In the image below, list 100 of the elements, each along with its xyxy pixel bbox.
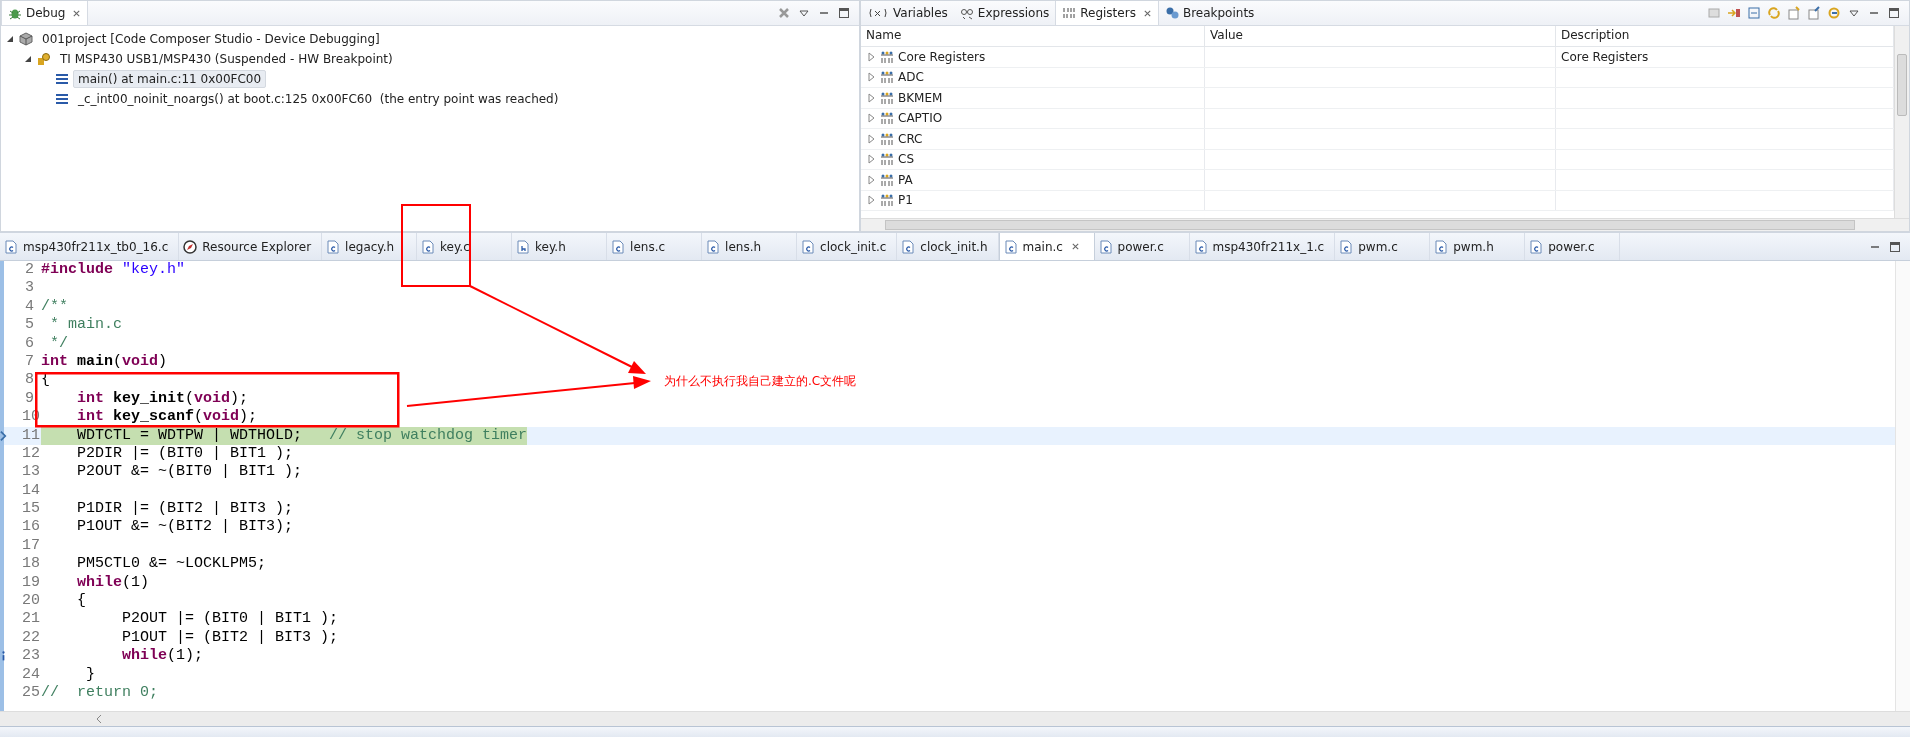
- file-icon: [1193, 239, 1208, 254]
- arrow-right-icon[interactable]: [1727, 6, 1741, 20]
- register-name: BKMEM: [898, 90, 943, 105]
- file-icon: [901, 239, 916, 254]
- import-icon[interactable]: [1807, 6, 1821, 20]
- register-name: CRC: [898, 131, 923, 146]
- vertical-scrollbar[interactable]: [1894, 26, 1909, 218]
- editor-tab[interactable]: key.c: [417, 233, 513, 260]
- horizontal-scrollbar[interactable]: [0, 711, 1910, 726]
- expand-toggle-icon[interactable]: [866, 174, 876, 185]
- close-icon[interactable]: [1142, 8, 1152, 18]
- register-group-icon: [880, 111, 894, 126]
- line-number: 12: [22, 444, 41, 464]
- binary-icon: [1062, 6, 1077, 20]
- line-number: 18: [22, 555, 41, 574]
- column-header[interactable]: Value: [1205, 26, 1556, 46]
- line-number: 16: [22, 518, 41, 537]
- maximize-icon[interactable]: [1887, 6, 1901, 20]
- editor-tab[interactable]: legacy.h: [322, 233, 418, 260]
- editor-tab[interactable]: clock_init.c: [797, 233, 898, 260]
- editor-tab[interactable]: Resource Explorer: [179, 233, 323, 260]
- code-line: P2OUT &= ~(BIT0 | BIT1 );: [76, 463, 303, 482]
- code-line: while(1): [76, 573, 150, 593]
- variables-icon: [867, 6, 889, 20]
- horizontal-scrollbar[interactable]: [861, 218, 1909, 231]
- view-tab[interactable]: Expressions: [953, 1, 1056, 25]
- expand-toggle-icon[interactable]: [866, 113, 876, 124]
- editor-tab[interactable]: lens.h: [702, 233, 798, 260]
- line-number: 20: [22, 592, 41, 611]
- line-number: 4: [25, 297, 34, 317]
- editor-tab[interactable]: clock_init.h: [897, 233, 999, 260]
- expand-toggle-icon[interactable]: [23, 54, 33, 64]
- file-icon: [326, 239, 341, 254]
- editor-tab[interactable]: msp430fr211x_tb0_16.c: [0, 233, 180, 260]
- view-tab[interactable]: Registers: [1055, 1, 1159, 25]
- line-number: 22: [22, 628, 41, 648]
- expand-toggle-icon[interactable]: [866, 154, 876, 165]
- remove-icon[interactable]: [777, 6, 791, 20]
- close-icon[interactable]: [72, 8, 82, 18]
- code-line: }: [85, 665, 95, 684]
- toolbar-icon[interactable]: [1707, 6, 1721, 20]
- refresh-icon[interactable]: [1767, 6, 1781, 20]
- code-line: P1OUT |= (BIT2 | BIT3 );: [121, 628, 339, 648]
- expand-toggle-icon[interactable]: [866, 133, 876, 144]
- tree-item[interactable]: 001project [Code Composer Studio - Device Debugging]: [37, 30, 385, 48]
- line-number: 19: [22, 573, 41, 593]
- register-group-icon: [880, 70, 894, 85]
- editor-tab[interactable]: lens.c: [607, 233, 703, 260]
- expand-toggle-icon[interactable]: [866, 195, 876, 206]
- file-icon: [516, 239, 531, 254]
- line-number: 24: [22, 665, 41, 684]
- editor-tab[interactable]: msp430fr211x_1.c: [1189, 233, 1336, 260]
- code-line: */: [49, 334, 68, 353]
- view-tab[interactable]: Variables: [861, 1, 954, 25]
- file-icon: [421, 239, 436, 254]
- breakpoint-icon: [1164, 6, 1179, 20]
- register-group-icon: [880, 172, 894, 187]
- expand-toggle-icon[interactable]: [5, 34, 15, 44]
- tree-item[interactable]: TI MSP430 USB1/MSP430 (Suspended - HW Breakpoint): [55, 50, 398, 68]
- code-line: while(1);: [121, 647, 204, 666]
- line-number: 2: [25, 261, 34, 280]
- code-line: P2OUT |= (BIT0 | BIT1 );: [121, 610, 339, 629]
- line-number: 23: [22, 647, 41, 666]
- line-number: 14: [22, 481, 41, 501]
- expand-toggle-icon[interactable]: [866, 72, 876, 83]
- sync-icon[interactable]: [1827, 6, 1841, 20]
- close-icon[interactable]: [1070, 242, 1080, 251]
- expand-toggle-icon[interactable]: [866, 51, 876, 62]
- code-line: P2DIR |= (BIT0 | BIT1 );: [76, 444, 294, 464]
- editor-tab[interactable]: power.c: [1094, 233, 1190, 260]
- debug-tab[interactable]: Debug: [1, 1, 89, 25]
- export-icon[interactable]: [1787, 6, 1801, 20]
- cube-icon: [19, 32, 33, 46]
- register-name: P1: [898, 193, 913, 208]
- line-number: 11: [22, 426, 41, 445]
- collapse-all-icon[interactable]: [1747, 6, 1761, 20]
- editor-tab[interactable]: main.c: [998, 233, 1095, 260]
- code-line: /**: [41, 297, 68, 317]
- line-number: 17: [22, 536, 41, 556]
- expand-toggle-icon[interactable]: [866, 92, 876, 103]
- code-line: #include "key.h": [41, 261, 186, 280]
- line-number: 9: [25, 389, 34, 409]
- code-line: * main.c: [49, 316, 122, 335]
- editor-tab[interactable]: key.h: [512, 233, 608, 260]
- scroll-left-icon[interactable]: [96, 715, 102, 723]
- register-group-icon: [880, 49, 894, 64]
- file-icon: [1339, 239, 1354, 254]
- stack-frame-icon: [55, 72, 69, 86]
- view-tab[interactable]: Breakpoints: [1158, 1, 1261, 25]
- editor-tab[interactable]: pwm.c: [1335, 233, 1431, 260]
- editor-tab[interactable]: power.c: [1525, 233, 1621, 260]
- editor-tab[interactable]: pwm.h: [1430, 233, 1526, 260]
- maximize-icon[interactable]: [1888, 239, 1902, 254]
- line-number: 7: [25, 352, 34, 372]
- register-name: CS: [898, 152, 914, 167]
- maximize-icon[interactable]: [837, 6, 851, 20]
- line-number: 8: [25, 371, 34, 390]
- tree-item[interactable]: _c_int00_noinit_noargs() at boot.c:125 0x00FC60 (the entry point was reached): [73, 90, 564, 108]
- tree-item[interactable]: main() at main.c:11 0x00FC00: [73, 70, 267, 88]
- column-header[interactable]: Name: [861, 26, 1205, 46]
